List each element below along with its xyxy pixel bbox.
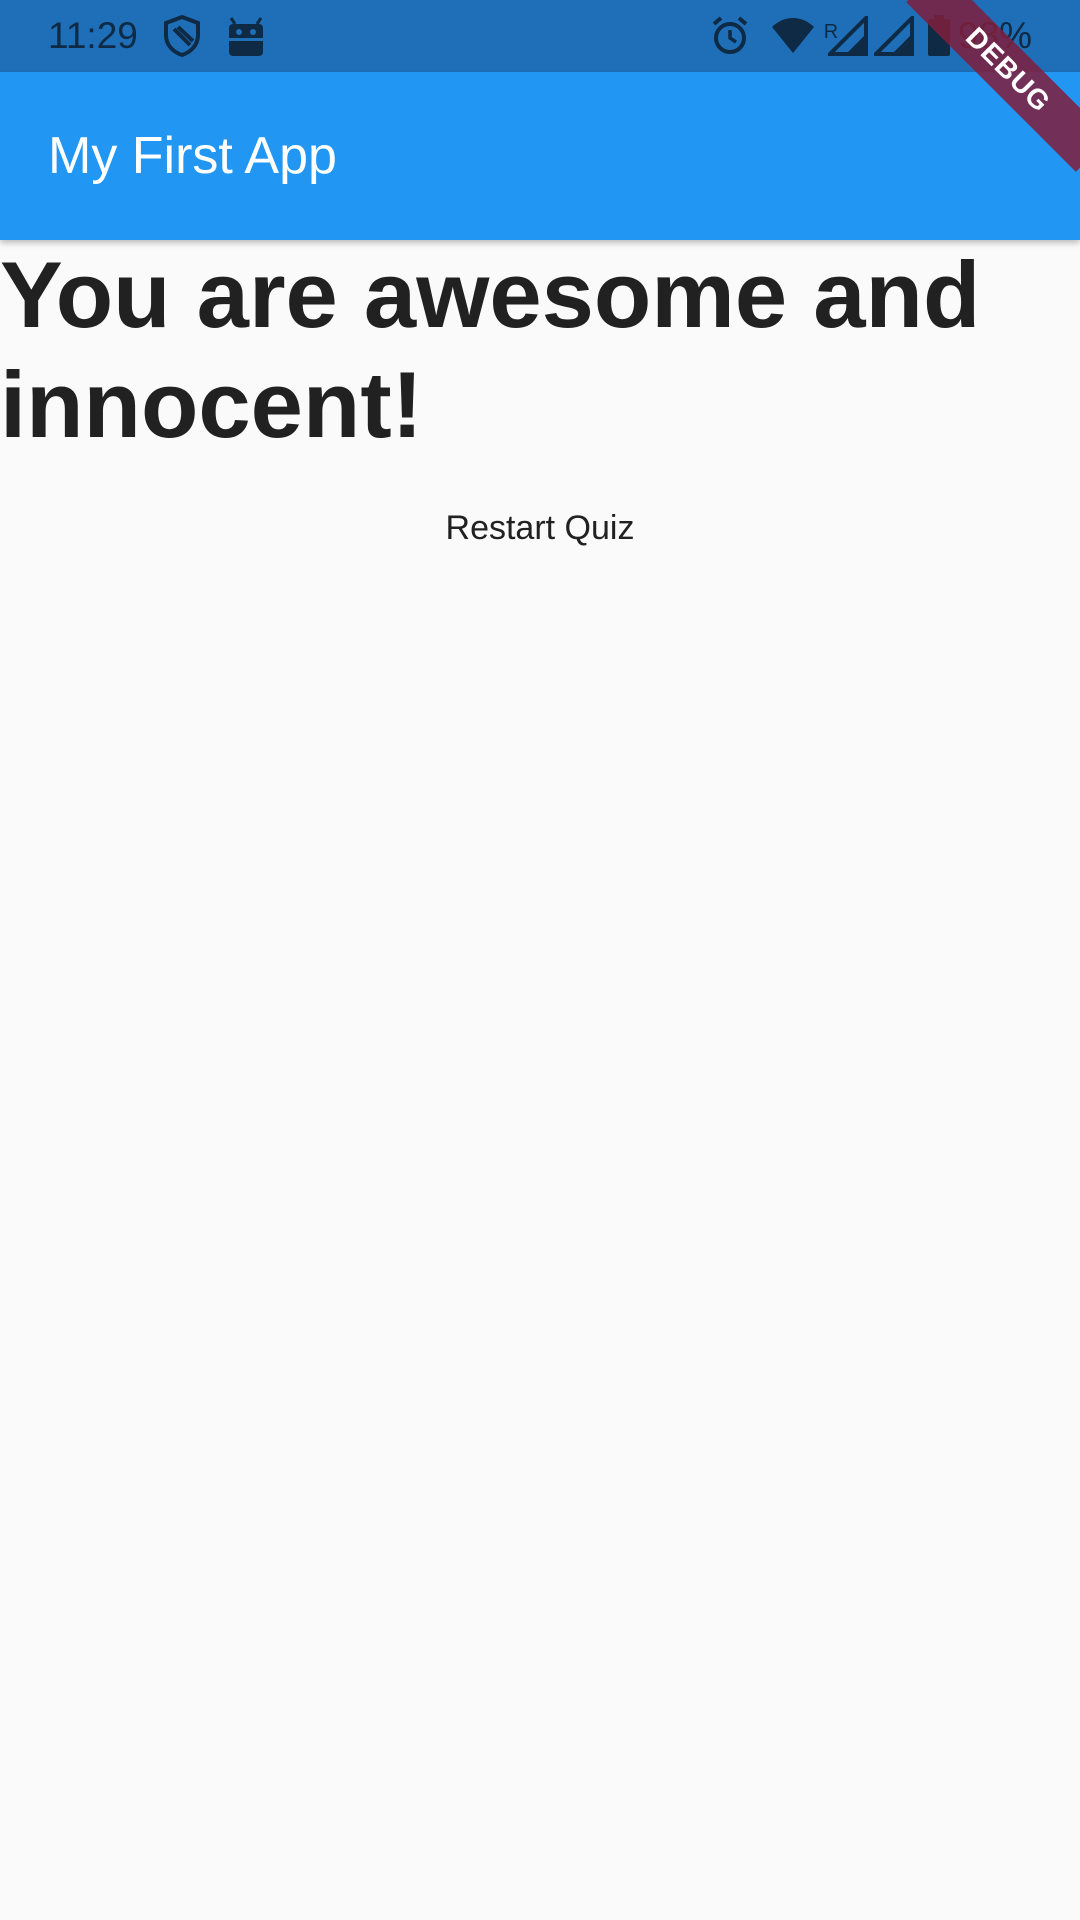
app-bar: My First App (0, 72, 1080, 240)
status-time: 11:29 (48, 15, 138, 56)
alarm-icon (708, 14, 752, 58)
app-screen: 11:29 R My First App DEBUG You are aweso… (0, 0, 1080, 1920)
signal-icon (826, 14, 870, 58)
signal-icon (872, 14, 916, 58)
app-title: My First App (48, 127, 337, 185)
android-icon (222, 14, 270, 58)
restart-quiz-button[interactable]: Restart Quiz (0, 490, 1080, 566)
wifi-icon (768, 14, 818, 58)
shield-icon (160, 14, 204, 58)
result-text: You are awesome and innocent! (0, 242, 981, 457)
